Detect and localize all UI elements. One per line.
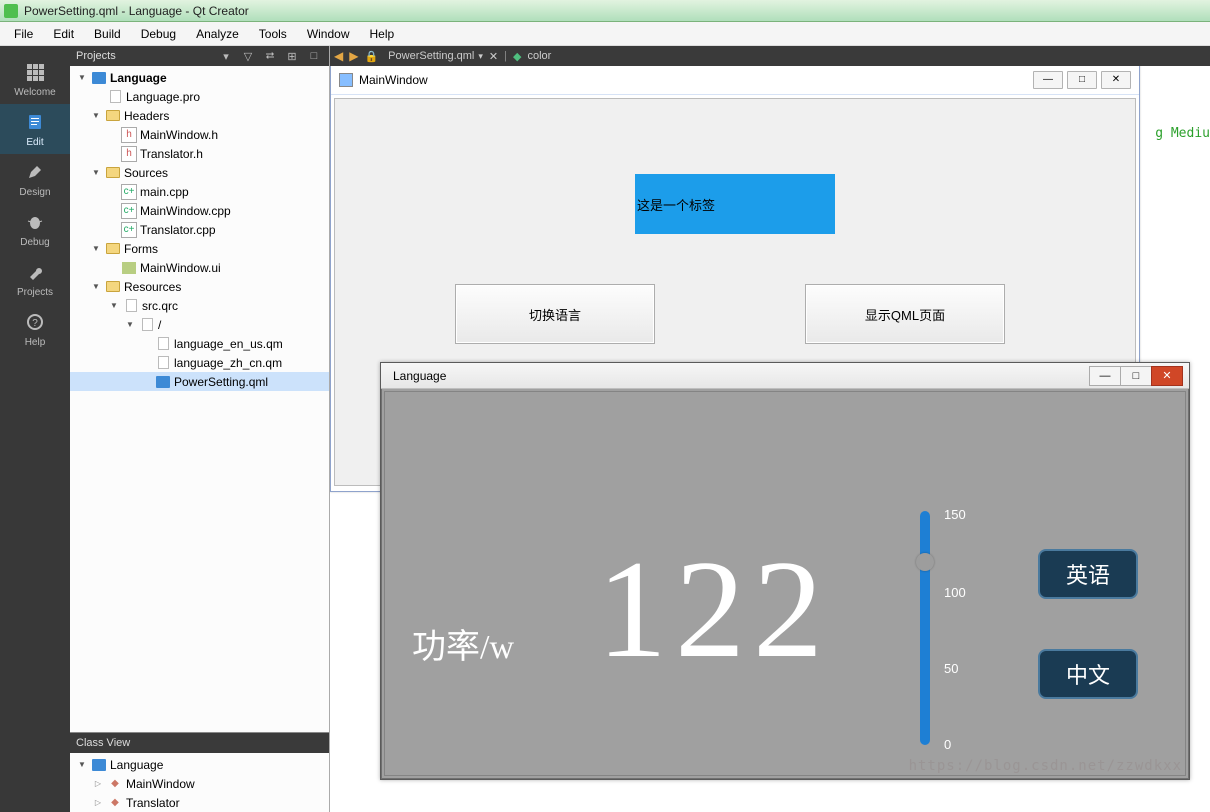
class-root[interactable]: ▼Language xyxy=(70,755,329,774)
tree-sources[interactable]: ▼Sources xyxy=(70,163,329,182)
tree-root[interactable]: ▼Language xyxy=(70,68,329,87)
tree-qm-file[interactable]: language_zh_cn.qm xyxy=(70,353,329,372)
qt-logo-icon xyxy=(4,4,18,18)
menu-bar: File Edit Build Debug Analyze Tools Wind… xyxy=(0,22,1210,46)
tree-forms[interactable]: ▼Forms xyxy=(70,239,329,258)
lock-icon[interactable]: 🔒 xyxy=(364,50,378,63)
power-slider[interactable] xyxy=(918,511,934,745)
slider-track xyxy=(920,511,930,745)
maximize-button[interactable]: □ xyxy=(1067,71,1097,89)
tree-resources[interactable]: ▼Resources xyxy=(70,277,329,296)
menu-file[interactable]: File xyxy=(4,24,43,44)
tree-headers[interactable]: ▼Headers xyxy=(70,106,329,125)
wrench-icon xyxy=(24,261,46,283)
menu-tools[interactable]: Tools xyxy=(249,24,297,44)
minimize-button[interactable]: — xyxy=(1089,366,1121,386)
tick-0: 0 xyxy=(944,737,951,752)
mode-help[interactable]: ? Help xyxy=(0,304,70,354)
tree-qml-file[interactable]: PowerSetting.qml xyxy=(70,372,329,391)
tree-source-file[interactable]: c+MainWindow.cpp xyxy=(70,201,329,220)
menu-debug[interactable]: Debug xyxy=(131,24,186,44)
mode-welcome[interactable]: Welcome xyxy=(0,54,70,104)
tree-source-file[interactable]: c+Translator.cpp xyxy=(70,220,329,239)
power-label: 功率/w xyxy=(412,619,514,668)
tick-100: 100 xyxy=(944,585,966,600)
open-file-indicator[interactable]: PowerSetting.qml ▾ xyxy=(384,50,483,62)
grid-icon xyxy=(24,61,46,83)
menu-build[interactable]: Build xyxy=(84,24,131,44)
show-qml-button[interactable]: 显示QML页面 xyxy=(805,284,1005,344)
filter-icon[interactable]: ▽ xyxy=(239,49,257,63)
language-title: Language xyxy=(393,369,446,383)
class-item[interactable]: ▷◆MainWindow xyxy=(70,774,329,793)
document-icon xyxy=(24,111,46,133)
link-icon[interactable]: ⮂ xyxy=(261,49,279,63)
close-button[interactable]: ✕ xyxy=(1151,366,1183,386)
slider-handle[interactable] xyxy=(916,553,934,571)
app-icon xyxy=(339,73,353,87)
switch-language-button[interactable]: 切换语言 xyxy=(455,284,655,344)
mainwindow-title-bar[interactable]: MainWindow — □ ✕ xyxy=(331,66,1139,95)
code-text: g Mediu xyxy=(1155,126,1210,141)
open-file-label: PowerSetting.qml xyxy=(388,50,474,62)
mode-debug[interactable]: Debug xyxy=(0,204,70,254)
chevron-down-icon: ▾ xyxy=(478,51,483,62)
mode-rail: Welcome Edit Design Debug Projects ? Hel… xyxy=(0,46,70,812)
tree-pro-file[interactable]: Language.pro xyxy=(70,87,329,106)
mainwindow-title: MainWindow xyxy=(359,73,428,87)
svg-text:?: ? xyxy=(32,318,38,329)
classview-header: Class View xyxy=(70,733,329,753)
help-icon: ? xyxy=(24,311,46,333)
nav-back-icon[interactable]: ◀ xyxy=(334,49,343,63)
tag-icon: ◆ xyxy=(513,50,521,63)
menu-help[interactable]: Help xyxy=(360,24,405,44)
close-button[interactable]: ✕ xyxy=(1101,71,1131,89)
tree-header-file[interactable]: hMainWindow.h xyxy=(70,125,329,144)
bug-icon xyxy=(24,211,46,233)
project-tree[interactable]: ▼Language Language.pro ▼Headers hMainWin… xyxy=(70,66,329,732)
language-title-bar[interactable]: Language — □ ✕ xyxy=(381,363,1189,389)
power-value: 122 xyxy=(597,529,831,690)
minimize-button[interactable]: — xyxy=(1033,71,1063,89)
menu-edit[interactable]: Edit xyxy=(43,24,84,44)
tree-source-file[interactable]: c+main.cpp xyxy=(70,182,329,201)
tree-header-file[interactable]: hTranslator.h xyxy=(70,144,329,163)
english-button[interactable]: 英语 xyxy=(1038,549,1138,599)
tree-qm-file[interactable]: language_en_us.qm xyxy=(70,334,329,353)
close-file-icon[interactable]: ✕ xyxy=(489,50,498,63)
mode-projects[interactable]: Projects xyxy=(0,254,70,304)
watermark: https://blog.csdn.net/zzwdkxx xyxy=(909,758,1182,774)
symbol-label[interactable]: color xyxy=(527,50,551,62)
plus-icon[interactable]: ⊞ xyxy=(283,49,301,63)
projects-title: Projects xyxy=(76,50,116,62)
label-widget: 这是一个标签 xyxy=(635,174,835,234)
mode-edit[interactable]: Edit xyxy=(0,104,70,154)
pencil-icon xyxy=(24,161,46,183)
tick-50: 50 xyxy=(944,661,958,676)
menu-analyze[interactable]: Analyze xyxy=(186,24,249,44)
window-title: PowerSetting.qml - Language - Qt Creator xyxy=(24,4,249,18)
editor-toolbar: ◀ ▶ 🔒 PowerSetting.qml ▾ ✕ | ◆ color xyxy=(330,46,1210,66)
tick-150: 150 xyxy=(944,507,966,522)
app-title-bar: PowerSetting.qml - Language - Qt Creator xyxy=(0,0,1210,22)
mode-design[interactable]: Design xyxy=(0,154,70,204)
tree-ui-file[interactable]: MainWindow.ui xyxy=(70,258,329,277)
tree-qrc[interactable]: ▼src.qrc xyxy=(70,296,329,315)
projects-pane-header: Projects ▾ ▽ ⮂ ⊞ □ xyxy=(70,46,329,66)
classview-title: Class View xyxy=(76,737,130,749)
menu-window[interactable]: Window xyxy=(297,24,360,44)
split-icon[interactable]: □ xyxy=(305,49,323,63)
chinese-button[interactable]: 中文 xyxy=(1038,649,1138,699)
class-tree[interactable]: ▼Language ▷◆MainWindow ▷◆Translator xyxy=(70,753,329,812)
dropdown-icon[interactable]: ▾ xyxy=(217,49,235,63)
maximize-button[interactable]: □ xyxy=(1120,366,1152,386)
language-window: Language — □ ✕ 功率/w 122 xyxy=(380,362,1190,780)
nav-forward-icon[interactable]: ▶ xyxy=(349,49,358,63)
tree-qrc-root[interactable]: ▼/ xyxy=(70,315,329,334)
class-item[interactable]: ▷◆Translator xyxy=(70,793,329,812)
